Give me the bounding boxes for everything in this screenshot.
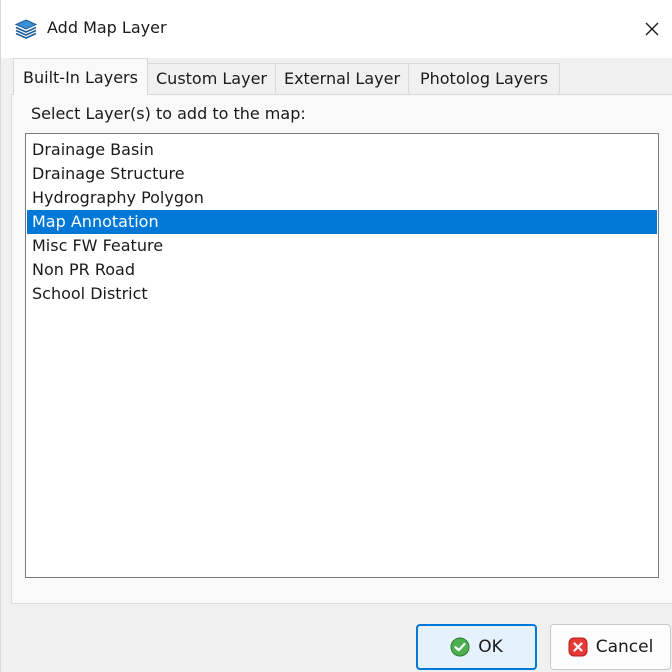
list-item-drainage-basin[interactable]: Drainage Basin xyxy=(27,138,657,162)
cancel-button[interactable]: Cancel xyxy=(550,624,671,670)
tab-photolog-layers[interactable]: Photolog Layers xyxy=(409,63,560,93)
tab-external-layer[interactable]: External Layer xyxy=(276,63,409,93)
cancel-button-label: Cancel xyxy=(595,637,654,657)
list-item-label: Non PR Road xyxy=(32,260,135,279)
title-bar[interactable]: Add Map Layer xyxy=(1,0,672,58)
list-item-misc-fw-feature[interactable]: Misc FW Feature xyxy=(27,234,657,258)
list-item-label: Drainage Structure xyxy=(32,164,185,183)
tab-built-in-layers[interactable]: Built-In Layers xyxy=(13,58,148,95)
list-item-label: School District xyxy=(32,284,148,303)
ok-button-label: OK xyxy=(478,637,503,657)
list-item-school-district[interactable]: School District xyxy=(27,282,657,306)
list-item-label: Map Annotation xyxy=(32,212,159,231)
list-item-non-pr-road[interactable]: Non PR Road xyxy=(27,258,657,282)
list-item-label: Misc FW Feature xyxy=(32,236,164,255)
window-title: Add Map Layer xyxy=(47,18,167,37)
list-item-hydrography-polygon[interactable]: Hydrography Polygon xyxy=(27,186,657,210)
green-check-circle-icon xyxy=(450,637,470,657)
tab-label: External Layer xyxy=(283,69,401,88)
tab-label: Built-In Layers xyxy=(23,67,138,87)
list-item-label: Drainage Basin xyxy=(32,140,154,159)
tab-custom-layer[interactable]: Custom Layer xyxy=(148,63,276,93)
layer-listbox[interactable]: Drainage Basin Drainage Structure Hydrog… xyxy=(25,133,659,578)
tab-label: Photolog Layers xyxy=(419,69,549,88)
red-x-circle-icon xyxy=(568,637,588,657)
list-item-drainage-structure[interactable]: Drainage Structure xyxy=(27,162,657,186)
tab-label: Custom Layer xyxy=(156,69,267,88)
list-item-map-annotation[interactable]: Map Annotation xyxy=(27,210,657,234)
layer-select-prompt: Select Layer(s) to add to the map: xyxy=(31,104,306,123)
ok-button[interactable]: OK xyxy=(416,624,537,670)
add-map-layer-dialog: Add Map Layer Built-In Layers Custom Lay… xyxy=(0,0,672,672)
close-icon[interactable] xyxy=(635,12,669,46)
stacked-layers-icon xyxy=(14,19,38,39)
list-item-label: Hydrography Polygon xyxy=(32,188,204,207)
